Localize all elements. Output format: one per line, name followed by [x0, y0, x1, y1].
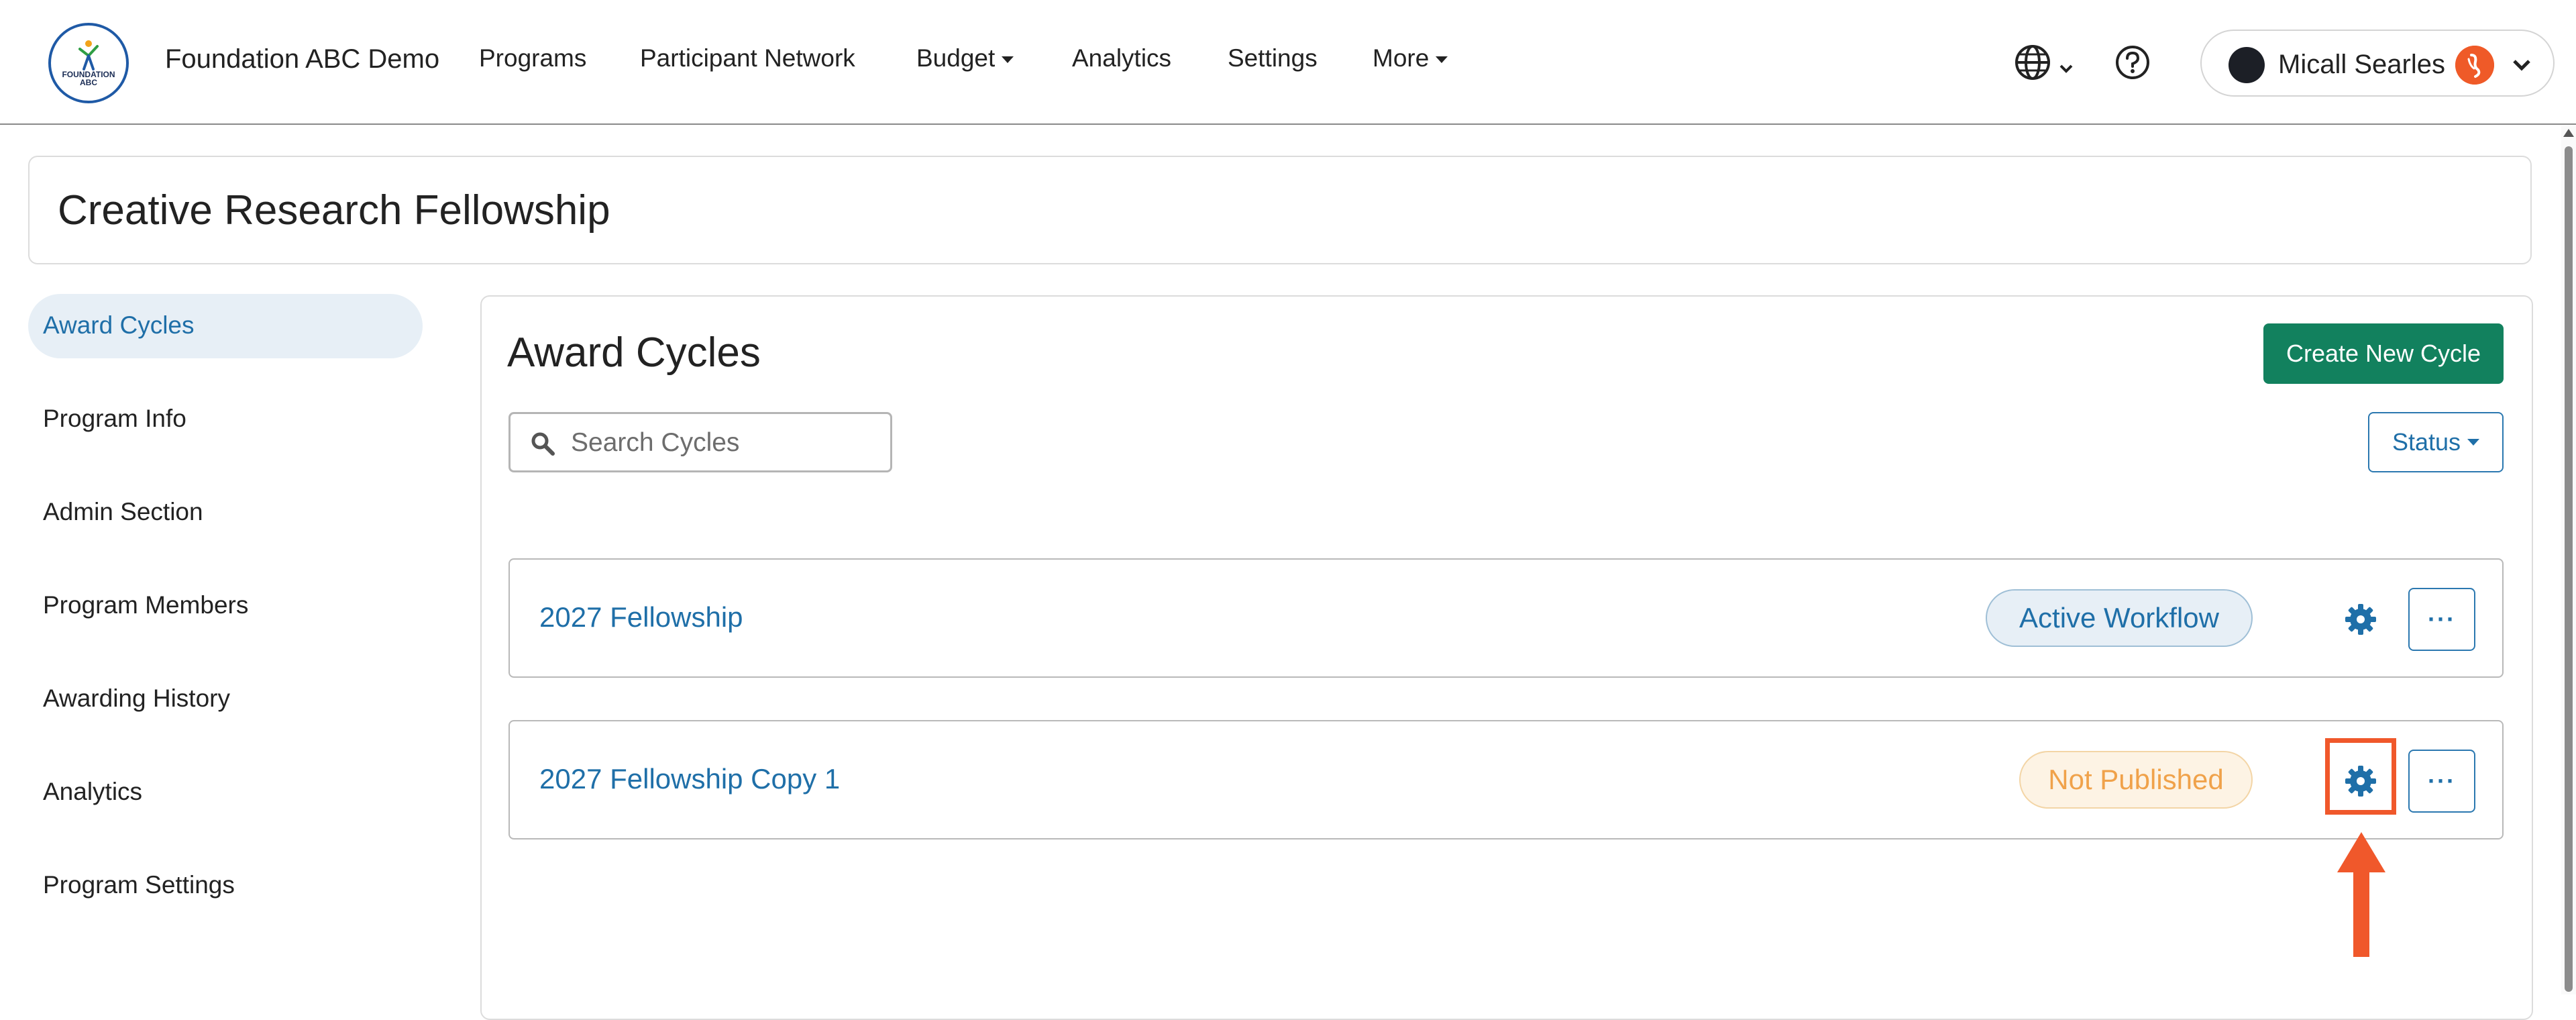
nav-budget-label: Budget [916, 44, 996, 72]
nav-budget-dropdown[interactable]: Budget [916, 44, 1014, 72]
sidebar-item-program-settings[interactable]: Program Settings [28, 854, 423, 918]
more-actions-button[interactable]: ··· [2408, 750, 2475, 813]
create-new-cycle-button[interactable]: Create New Cycle [2263, 323, 2504, 384]
sidebar-item-label: Admin Section [43, 498, 203, 525]
caret-down-icon [1002, 56, 1014, 64]
help-icon[interactable] [2114, 44, 2151, 81]
nav-settings-label: Settings [1228, 44, 1318, 72]
nav-programs-label: Programs [479, 44, 587, 72]
search-icon [531, 432, 555, 456]
caret-down-icon [1436, 56, 1448, 64]
sidebar-item-label: Program Members [43, 591, 249, 619]
more-actions-button[interactable]: ··· [2408, 588, 2475, 651]
nav-more-dropdown[interactable]: More [1373, 44, 1448, 72]
top-navbar: FOUNDATION ABC Foundation ABC Demo Progr… [0, 0, 2576, 125]
highlight-box [2325, 738, 2396, 815]
list-item: 2027 Fellowship Copy 1 Not Published ··· [508, 720, 2504, 839]
chevron-down-icon [2513, 60, 2530, 71]
arrow-up-icon [2337, 832, 2385, 957]
search-input[interactable] [570, 423, 881, 462]
foundation-logo[interactable]: FOUNDATION ABC [48, 23, 129, 103]
sidebar-item-label: Award Cycles [43, 311, 195, 339]
program-header-card: Creative Research Fellowship [28, 156, 2532, 264]
sidebar-item-program-info[interactable]: Program Info [28, 387, 423, 452]
status-badge: Not Published [2019, 751, 2253, 809]
sidebar-item-label: Analytics [43, 778, 143, 805]
search-field[interactable] [508, 412, 892, 472]
section-title: Award Cycles [507, 329, 761, 376]
scroll-up-icon[interactable] [2563, 129, 2574, 137]
user-name: Micall Searles [2278, 50, 2445, 79]
user-badge-icon [2455, 46, 2494, 85]
caret-down-icon [2467, 439, 2480, 446]
nav-participant-network[interactable]: Participant Network [640, 44, 855, 72]
nav-programs[interactable]: Programs [479, 44, 586, 72]
sidebar-item-label: Awarding History [43, 684, 230, 712]
logo-figure-icon [78, 40, 99, 70]
nav-analytics[interactable]: Analytics [1072, 44, 1171, 72]
cycle-name-link[interactable]: 2027 Fellowship Copy 1 [539, 763, 840, 795]
sidebar-item-label: Program Settings [43, 871, 235, 899]
sidebar-item-admin-section[interactable]: Admin Section [28, 480, 423, 545]
avatar [2229, 47, 2265, 83]
brand-name[interactable]: Foundation ABC Demo [165, 44, 439, 74]
cycle-name-link[interactable]: 2027 Fellowship [539, 601, 743, 633]
sidebar-item-award-cycles[interactable]: Award Cycles [28, 294, 423, 358]
page-title: Creative Research Fellowship [58, 187, 610, 234]
nav-analytics-label: Analytics [1072, 44, 1172, 72]
user-menu[interactable]: Micall Searles [2200, 30, 2555, 97]
nav-more-label: More [1373, 44, 1430, 72]
status-filter-label: Status [2392, 428, 2461, 456]
list-item: 2027 Fellowship Active Workflow ··· [508, 558, 2504, 678]
nav-settings[interactable]: Settings [1228, 44, 1318, 72]
sidebar-item-analytics[interactable]: Analytics [28, 760, 423, 825]
sidebar-item-program-members[interactable]: Program Members [28, 574, 423, 638]
sidebar-item-awarding-history[interactable]: Awarding History [28, 667, 423, 731]
status-filter-dropdown[interactable]: Status [2368, 412, 2504, 472]
gear-icon[interactable] [2344, 603, 2377, 636]
status-badge: Active Workflow [1986, 589, 2253, 647]
scrollbar-thumb[interactable] [2565, 146, 2573, 992]
globe-icon[interactable] [2012, 42, 2077, 83]
logo-text-line2: ABC [80, 78, 97, 87]
sidebar-item-label: Program Info [43, 405, 186, 432]
nav-participant-network-label: Participant Network [640, 44, 855, 72]
